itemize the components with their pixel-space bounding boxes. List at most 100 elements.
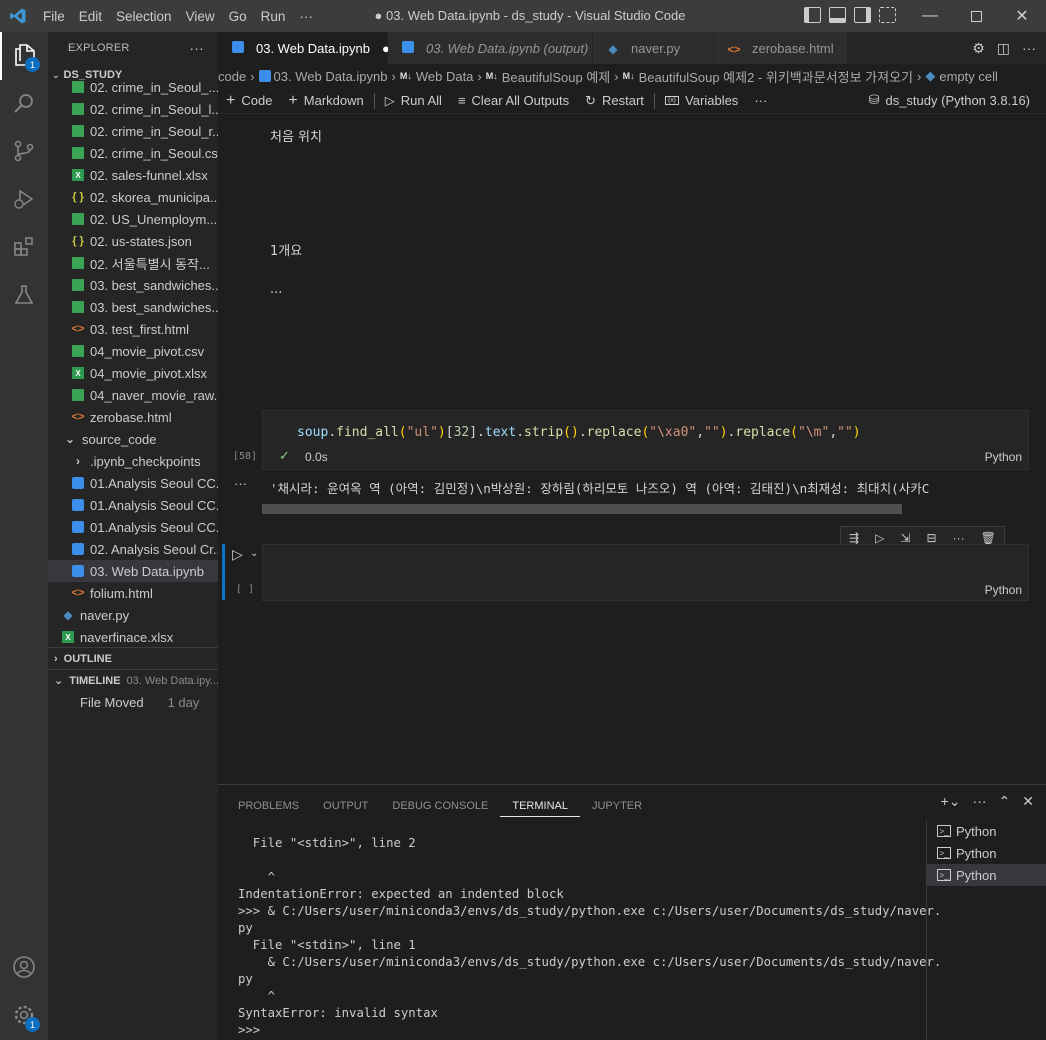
horizontal-scrollbar[interactable] [262, 504, 902, 514]
file-item[interactable]: 03. best_sandwiches... [48, 274, 218, 296]
terminal-output[interactable]: File "<stdin>", line 2 ^ IndentationError… [238, 835, 941, 1039]
file-item[interactable]: 02. US_Unemploym... [48, 208, 218, 230]
file-item[interactable]: 03. best_sandwiches... [48, 296, 218, 318]
cell-language[interactable]: Python [985, 450, 1022, 464]
variables-button[interactable]: {x} Variables [657, 93, 746, 108]
tab-jupyter[interactable]: JUPYTER [580, 795, 654, 817]
breadcrumb-item[interactable]: BeautifulSoup 예제 [502, 67, 610, 86]
run-debug-activity[interactable] [0, 176, 48, 224]
delete-cell-icon[interactable]: 🗑 [981, 531, 996, 545]
file-item[interactable]: 04_naver_movie_raw... [48, 384, 218, 406]
output-more-icon[interactable]: ··· [234, 476, 247, 491]
add-markdown-cell-button[interactable]: + Markdown [280, 92, 371, 110]
split-editor-icon[interactable]: ◫ [997, 40, 1010, 57]
breadcrumb-item[interactable]: empty cell [939, 69, 998, 84]
tab-naver-py[interactable]: ◆ naver.py [593, 32, 714, 64]
tab-output[interactable]: OUTPUT [311, 795, 380, 817]
file-item[interactable]: X 04_movie_pivot.xlsx [48, 362, 218, 384]
file-item[interactable]: <> folium.html [48, 582, 218, 604]
file-item[interactable]: { } 02. us-states.json [48, 230, 218, 252]
run-below-icon[interactable]: ▷ [875, 531, 884, 545]
timeline-section[interactable]: ⌄ TIMELINE 03. Web Data.ipy... [48, 669, 218, 691]
file-item[interactable]: 01.Analysis Seoul CC... [48, 516, 218, 538]
new-terminal-icon[interactable]: +⌄ [941, 793, 961, 810]
breadcrumb-item[interactable]: Web Data [416, 69, 474, 84]
search-activity[interactable] [0, 80, 48, 128]
execute-below-icon[interactable]: ⇲ [900, 531, 910, 545]
explorer-more-icon[interactable]: ··· [189, 40, 204, 56]
restart-button[interactable]: ↻ Restart [577, 93, 652, 109]
add-code-cell-button[interactable]: + Code [218, 92, 280, 110]
file-item[interactable]: 04_movie_pivot.csv [48, 340, 218, 362]
breadcrumb-item[interactable]: BeautifulSoup 예제2 - 위키백과문서정보 가져오기 [639, 67, 913, 86]
file-item[interactable]: 01.Analysis Seoul CC... [48, 494, 218, 516]
testing-activity[interactable] [0, 272, 48, 320]
run-cell-icon[interactable]: ▷ [232, 546, 243, 563]
menu-item[interactable]: Go [222, 9, 254, 24]
explorer-activity[interactable]: 1 [0, 32, 48, 80]
clear-outputs-button[interactable]: ≡ Clear All Outputs [450, 93, 577, 108]
file-item[interactable]: 01.Analysis Seoul CC... [48, 472, 218, 494]
tab-web-data-notebook[interactable]: 03. Web Data.ipynb ● [218, 32, 390, 64]
cell-more-icon[interactable]: ··· [953, 531, 965, 545]
code-cell[interactable]: soup.find_all("ul")[32].text.strip().rep… [262, 410, 1029, 470]
file-item[interactable]: 03. Web Data.ipynb [48, 560, 218, 582]
file-item[interactable]: <> zerobase.html [48, 406, 218, 428]
split-cell-icon[interactable]: ⊟ [927, 531, 937, 545]
file-item[interactable]: Xnaverfinace.xlsx [48, 626, 218, 648]
menu-item[interactable]: Selection [109, 9, 179, 24]
folder-item[interactable]: ⌄ source_code [48, 428, 218, 450]
customize-layout-icon[interactable] [879, 7, 896, 23]
minimize-button[interactable]: — [907, 0, 953, 32]
file-item[interactable]: <> 03. test_first.html [48, 318, 218, 340]
manage-activity[interactable]: 1 [0, 992, 48, 1040]
file-item[interactable]: 02. crime_in_Seoul_l... [48, 98, 218, 120]
extensions-activity[interactable] [0, 224, 48, 272]
menu-item[interactable]: Run [254, 9, 293, 24]
cell-language[interactable]: Python [985, 583, 1022, 597]
terminal-item[interactable]: >_ Python [927, 842, 1046, 864]
file-item[interactable]: X 02. sales-funnel.xlsx [48, 164, 218, 186]
source-control-activity[interactable] [0, 128, 48, 176]
file-item[interactable]: 02. 서울특별시 동작... [48, 252, 218, 274]
maximize-button[interactable] [953, 0, 999, 32]
gear-icon[interactable]: ⚙ [972, 40, 985, 57]
file-item[interactable]: { } 02. skorea_municipa... [48, 186, 218, 208]
terminal-item[interactable]: >_ Python [927, 820, 1046, 842]
file-item[interactable]: 02. Analysis Seoul Cr... [48, 538, 218, 560]
close-window-button[interactable]: ✕ [999, 0, 1045, 32]
tab-zerobase-html[interactable]: <> zerobase.html [714, 32, 848, 64]
panel-more-icon[interactable]: ··· [973, 793, 987, 810]
close-panel-icon[interactable]: ✕ [1022, 793, 1034, 810]
maximize-panel-icon[interactable]: ⌃ [999, 793, 1011, 810]
menu-item[interactable]: ··· [292, 9, 320, 24]
file-item[interactable]: 02. crime_in_Seoul.csv [48, 142, 218, 164]
menu-item[interactable]: File [36, 9, 72, 24]
terminal-item[interactable]: >_ Python [927, 864, 1046, 886]
toggle-panel-icon[interactable] [829, 7, 846, 23]
tab-terminal[interactable]: TERMINAL [500, 795, 580, 817]
menu-item[interactable]: View [179, 9, 222, 24]
file-item[interactable]: ◆ naver.py [48, 604, 218, 626]
toolbar-more-button[interactable]: ··· [746, 93, 775, 108]
toggle-sidebar-icon[interactable] [804, 7, 821, 23]
accounts-activity[interactable] [0, 944, 48, 992]
breadcrumb-item[interactable]: 03. Web Data.ipynb [274, 69, 388, 84]
menu-item[interactable]: Edit [72, 9, 109, 24]
breadcrumb-item[interactable]: code [218, 69, 246, 84]
file-item[interactable]: 02. crime_in_Seoul_r... [48, 120, 218, 142]
run-all-button[interactable]: ▷ Run All [377, 93, 450, 109]
more-actions-icon[interactable]: ··· [1022, 40, 1036, 57]
timeline-entry[interactable]: File Moved 1 day [48, 691, 218, 713]
tab-problems[interactable]: PROBLEMS [226, 795, 311, 817]
kernel-picker[interactable]: ⛁ ds_study (Python 3.8.16) [869, 92, 1030, 108]
outline-section[interactable]: › OUTLINE [48, 647, 218, 669]
code-editor[interactable]: soup.find_all("ul")[32].text.strip().rep… [297, 425, 861, 440]
tab-web-data-output[interactable]: 03. Web Data.ipynb (output) [388, 32, 593, 64]
toggle-secondary-sidebar-icon[interactable] [854, 7, 871, 23]
chevron-down-icon[interactable]: ⌄ [250, 548, 258, 559]
empty-code-cell[interactable]: Python [262, 544, 1029, 601]
run-above-icon[interactable]: ⇶ [849, 531, 859, 545]
tab-debug-console[interactable]: DEBUG CONSOLE [380, 795, 500, 817]
folder-item[interactable]: › .ipynb_checkpoints [48, 450, 218, 472]
